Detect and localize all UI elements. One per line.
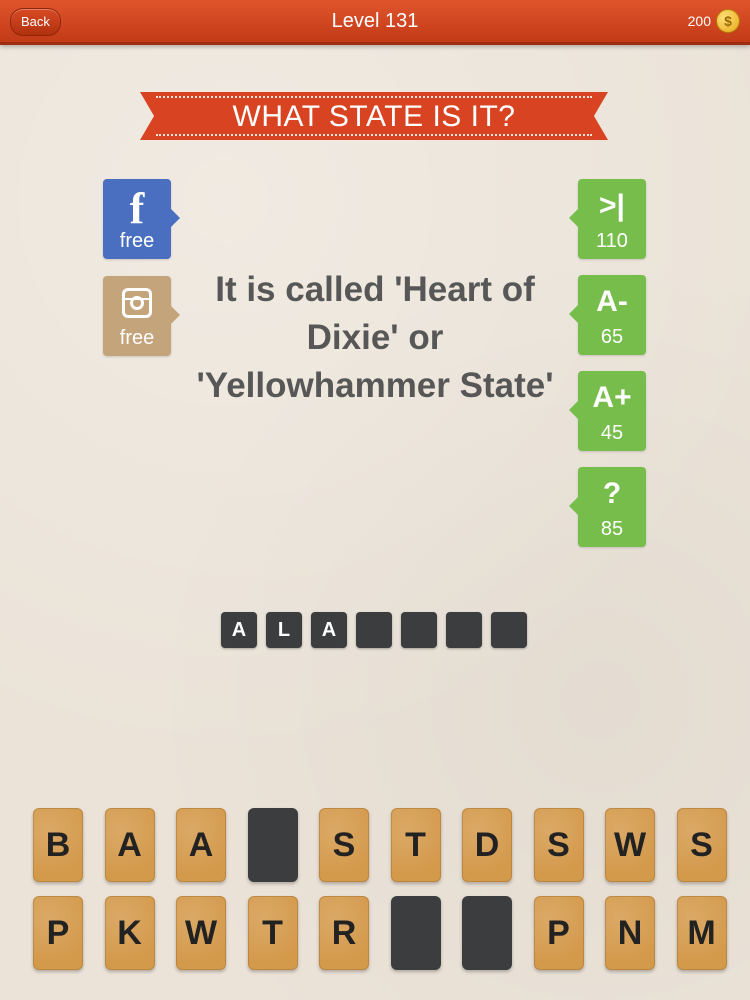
letter-key[interactable]: W bbox=[605, 808, 655, 882]
answer-slot[interactable] bbox=[356, 612, 392, 648]
facebook-free-label: free bbox=[119, 230, 155, 252]
letter-key[interactable]: B bbox=[33, 808, 83, 882]
answer-slot[interactable] bbox=[491, 612, 527, 648]
answer-slot[interactable]: A bbox=[311, 612, 347, 648]
letter-key[interactable]: D bbox=[462, 808, 512, 882]
letter-key[interactable]: A bbox=[176, 808, 226, 882]
letter-key[interactable]: M bbox=[676, 896, 727, 970]
letter-key[interactable]: R bbox=[319, 896, 369, 970]
reveal-letter-cost: 45 bbox=[600, 422, 624, 444]
instagram-icon bbox=[122, 288, 152, 318]
answer-slot[interactable] bbox=[401, 612, 437, 648]
letter-keyboard-row-1: B A A S T D S W S bbox=[33, 808, 727, 882]
level-title: Level 131 bbox=[331, 10, 419, 32]
letter-key[interactable]: S bbox=[676, 808, 727, 882]
letter-key[interactable]: K bbox=[104, 896, 155, 970]
letter-keyboard-row-2: P K W T R P N M bbox=[33, 896, 727, 970]
reveal-letter-icon: A+ bbox=[592, 381, 632, 414]
letter-key[interactable]: A bbox=[104, 808, 155, 882]
used-letter-key bbox=[462, 896, 512, 970]
letter-key[interactable]: T bbox=[390, 808, 441, 882]
remove-letters-icon: A- bbox=[596, 285, 628, 318]
letter-key[interactable]: S bbox=[319, 808, 369, 882]
used-letter-key bbox=[390, 896, 441, 970]
letter-key[interactable]: W bbox=[176, 896, 226, 970]
used-letter-key bbox=[247, 808, 298, 882]
coin-balance: 200 $ bbox=[688, 9, 740, 33]
solve-cost: 85 bbox=[600, 518, 624, 540]
coin-icon: $ bbox=[716, 9, 740, 33]
clue-text: It is called 'Heart of Dixie' or 'Yellow… bbox=[196, 270, 554, 405]
instagram-free-label: free bbox=[119, 327, 155, 349]
skip-icon: >| bbox=[599, 189, 625, 222]
solve-button[interactable]: ? 85 bbox=[569, 467, 646, 547]
remove-letters-cost: 65 bbox=[600, 326, 624, 348]
skip-cost: 110 bbox=[596, 230, 628, 252]
answer-slot[interactable]: A bbox=[221, 612, 257, 648]
question-icon: ? bbox=[602, 477, 622, 510]
letter-key[interactable]: S bbox=[533, 808, 584, 882]
facebook-icon: f bbox=[129, 184, 145, 233]
coin-count: 200 bbox=[687, 13, 711, 29]
banner-text: WHAT STATE IS IT? bbox=[232, 100, 516, 133]
answer-slot[interactable] bbox=[446, 612, 482, 648]
remove-letters-button[interactable]: A- 65 bbox=[569, 275, 646, 355]
reveal-letter-button[interactable]: A+ 45 bbox=[569, 371, 646, 451]
facebook-share-button[interactable]: f free bbox=[103, 179, 180, 259]
question-banner: WHAT STATE IS IT? bbox=[140, 92, 608, 140]
instagram-share-button[interactable]: free bbox=[103, 276, 180, 356]
top-bar: Back Level 131 200 $ bbox=[0, 0, 750, 45]
letter-key[interactable]: P bbox=[533, 896, 584, 970]
skip-level-button[interactable]: >| 110 bbox=[569, 179, 646, 259]
letter-key[interactable]: P bbox=[33, 896, 83, 970]
answer-slot[interactable]: L bbox=[266, 612, 302, 648]
answer-slots: A L A bbox=[221, 612, 527, 648]
letter-key[interactable]: T bbox=[247, 896, 298, 970]
letter-key[interactable]: N bbox=[605, 896, 655, 970]
